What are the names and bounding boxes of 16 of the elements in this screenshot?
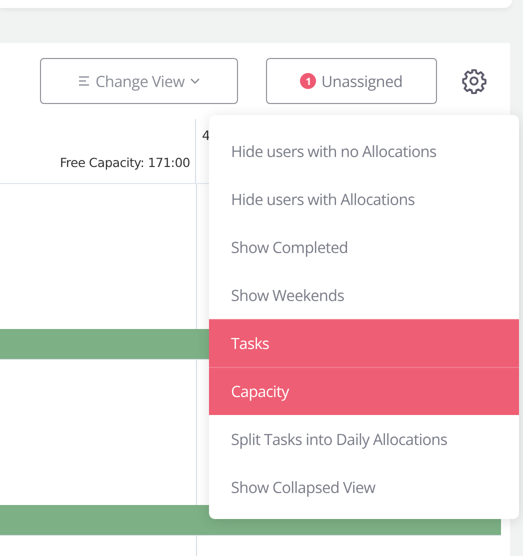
count-badge: 1 xyxy=(300,73,316,89)
menu-item[interactable]: Hide users with Allocations xyxy=(209,175,519,223)
menu-item[interactable]: Hide users with no Allocations xyxy=(209,127,519,175)
menu-item[interactable]: Capacity xyxy=(209,367,519,415)
caret-icon xyxy=(190,78,200,84)
column-value: 4 xyxy=(202,129,210,144)
settings-icon[interactable] xyxy=(461,68,487,94)
unassigned-button[interactable]: 1 Unassigned xyxy=(266,58,437,104)
menu-icon xyxy=(78,76,90,86)
menu-item[interactable]: Tasks xyxy=(209,319,519,367)
menu-item[interactable]: Split Tasks into Daily Allocations xyxy=(209,415,519,463)
menu-item[interactable]: Show Weekends xyxy=(209,271,519,319)
menu-item[interactable]: Show Completed xyxy=(209,223,519,271)
menu-item[interactable]: Show Collapsed View xyxy=(209,463,519,511)
free-capacity-text: Free Capacity: 171:00 xyxy=(60,155,190,170)
change-view-button[interactable]: Change View xyxy=(40,58,238,104)
